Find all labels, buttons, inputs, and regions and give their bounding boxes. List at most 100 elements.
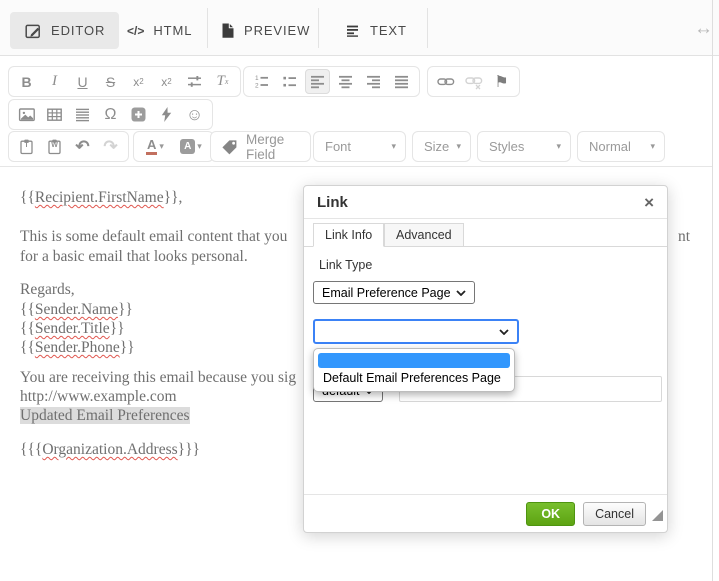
tab-divider [427, 8, 428, 48]
sliders-icon [186, 73, 203, 90]
close-icon[interactable]: × [644, 194, 654, 211]
merge-field-sender-title: {{Sender.Title}} [20, 320, 125, 337]
body-text-line-tail: nt [678, 228, 691, 245]
link-dialog: Link × Link Info Advanced Link Type Emai… [303, 185, 668, 533]
tab-text[interactable]: TEXT [330, 12, 421, 49]
link-button[interactable] [433, 69, 458, 94]
undo-button[interactable]: ↶ [70, 134, 95, 159]
merge-field-organization: {{{Organization.Address}}} [20, 441, 200, 458]
selected-text: Updated Email Preferences [20, 407, 190, 424]
redo-button[interactable]: ↷ [98, 134, 123, 159]
horizontal-rule-icon [74, 106, 91, 123]
strikethrough-button[interactable]: S [98, 69, 123, 94]
text-lines-icon [344, 22, 361, 39]
flash-button[interactable] [154, 102, 179, 127]
embed-media-button[interactable] [126, 102, 151, 127]
align-center-icon [337, 73, 354, 90]
text-color-button[interactable]: A ▾ [139, 134, 171, 159]
ordered-list-button[interactable]: 12 [249, 69, 274, 94]
tab-editor-label: EDITOR [51, 23, 106, 38]
emoji-button[interactable]: ☺ [182, 102, 207, 127]
merge-field-sender-phone: {{Sender.Phone}} [20, 339, 135, 356]
special-char-button[interactable]: Ω [98, 102, 123, 127]
paste-text-button[interactable]: T [14, 134, 39, 159]
svg-text:1: 1 [255, 75, 259, 82]
toolbar-group-clipboard: T W ↶ ↷ [8, 131, 129, 162]
tag-icon [221, 138, 239, 156]
toolbar-group-basicstyles: B I U S x2 x2 Tx [8, 66, 241, 97]
justify-icon [393, 73, 410, 90]
text-color-icon: A [146, 137, 158, 156]
caret-down-icon: ▾ [556, 141, 561, 151]
table-icon [46, 106, 63, 123]
merge-field-label: Merge Field [246, 131, 285, 162]
link-icon [436, 73, 455, 90]
italic-button[interactable]: I [42, 69, 67, 94]
bg-color-button[interactable]: A ▾ [174, 134, 208, 159]
link-type-select[interactable]: Email Preference Page [313, 281, 475, 304]
ok-button[interactable]: OK [526, 501, 576, 526]
align-left-button[interactable] [305, 69, 330, 94]
tab-editor[interactable]: EDITOR [10, 12, 120, 49]
styles-dropdown[interactable]: Styles ▾ [477, 131, 571, 162]
line-spacing-button[interactable] [182, 69, 207, 94]
body-text-line: You are receiving this email because you… [20, 369, 297, 386]
toolbar-group-links: ⚑ [427, 66, 520, 97]
dialog-title: Link [317, 193, 348, 211]
paragraph-format-dropdown[interactable]: Normal ▾ [577, 131, 665, 162]
dialog-header[interactable]: Link × [304, 186, 667, 219]
tab-html[interactable]: </> HTML [113, 12, 206, 49]
preference-page-select[interactable] [313, 319, 519, 344]
font-dropdown[interactable]: Font ▾ [313, 131, 406, 162]
merge-field-button[interactable]: Merge Field [210, 131, 311, 162]
subscript-button[interactable]: x2 [126, 69, 151, 94]
bold-button[interactable]: B [14, 69, 39, 94]
option-empty-highlighted[interactable] [318, 353, 510, 368]
caret-down-icon: ▾ [650, 141, 655, 151]
select-options-popup: Default Email Preferences Page [313, 348, 515, 392]
anchor-button[interactable]: ⚑ [489, 69, 514, 94]
tab-divider [318, 8, 319, 48]
justify-button[interactable] [389, 69, 414, 94]
omega-icon: Ω [104, 105, 117, 123]
paste-word-button[interactable]: W [42, 134, 67, 159]
table-button[interactable] [42, 102, 67, 127]
bulleted-list-button[interactable] [277, 69, 302, 94]
code-icon: </> [127, 23, 145, 38]
tab-preview[interactable]: PREVIEW [206, 12, 324, 49]
tab-text-label: TEXT [370, 23, 407, 38]
panel-resize-handle[interactable]: ↔ [694, 18, 713, 40]
cancel-button[interactable]: Cancel [583, 501, 646, 526]
size-dropdown[interactable]: Size ▾ [412, 131, 471, 162]
image-button[interactable] [14, 102, 39, 127]
body-text-line: for a basic email that looks personal. [20, 248, 248, 265]
link-type-label: Link Type [319, 258, 373, 272]
pencil-square-icon [24, 22, 42, 40]
dialog-tab-advanced[interactable]: Advanced [384, 223, 464, 247]
merge-field-sender-name: {{Sender.Name}} [20, 301, 133, 318]
image-icon [18, 106, 36, 123]
dialog-resize-handle[interactable] [652, 510, 663, 521]
dialog-tab-link-info[interactable]: Link Info [313, 223, 385, 247]
mode-tabbar: EDITOR </> HTML PREVIEW TEXT ↔ [0, 0, 719, 56]
align-center-button[interactable] [333, 69, 358, 94]
site-url-text: http://www.example.com [20, 388, 177, 405]
bulleted-list-icon [281, 73, 298, 90]
caret-down-icon: ▾ [391, 141, 396, 151]
horizontal-rule-button[interactable] [70, 102, 95, 127]
undo-icon: ↶ [75, 137, 90, 156]
remove-format-button[interactable]: Tx [210, 69, 235, 94]
underline-button[interactable]: U [70, 69, 95, 94]
toolbar-group-colors: A ▾ A ▾ [133, 131, 214, 162]
superscript-button[interactable]: x2 [154, 69, 179, 94]
toolbar-group-insert: Ω ☺ [8, 99, 213, 130]
align-right-button[interactable] [361, 69, 386, 94]
unlink-icon [464, 73, 483, 90]
tab-preview-label: PREVIEW [244, 23, 311, 38]
editor-right-border [712, 0, 713, 581]
smiley-icon: ☺ [185, 104, 204, 124]
unlink-button[interactable] [461, 69, 486, 94]
ordered-list-icon: 12 [253, 73, 270, 90]
option-default-email-preferences[interactable]: Default Email Preferences Page [316, 369, 512, 388]
align-right-icon [365, 73, 382, 90]
